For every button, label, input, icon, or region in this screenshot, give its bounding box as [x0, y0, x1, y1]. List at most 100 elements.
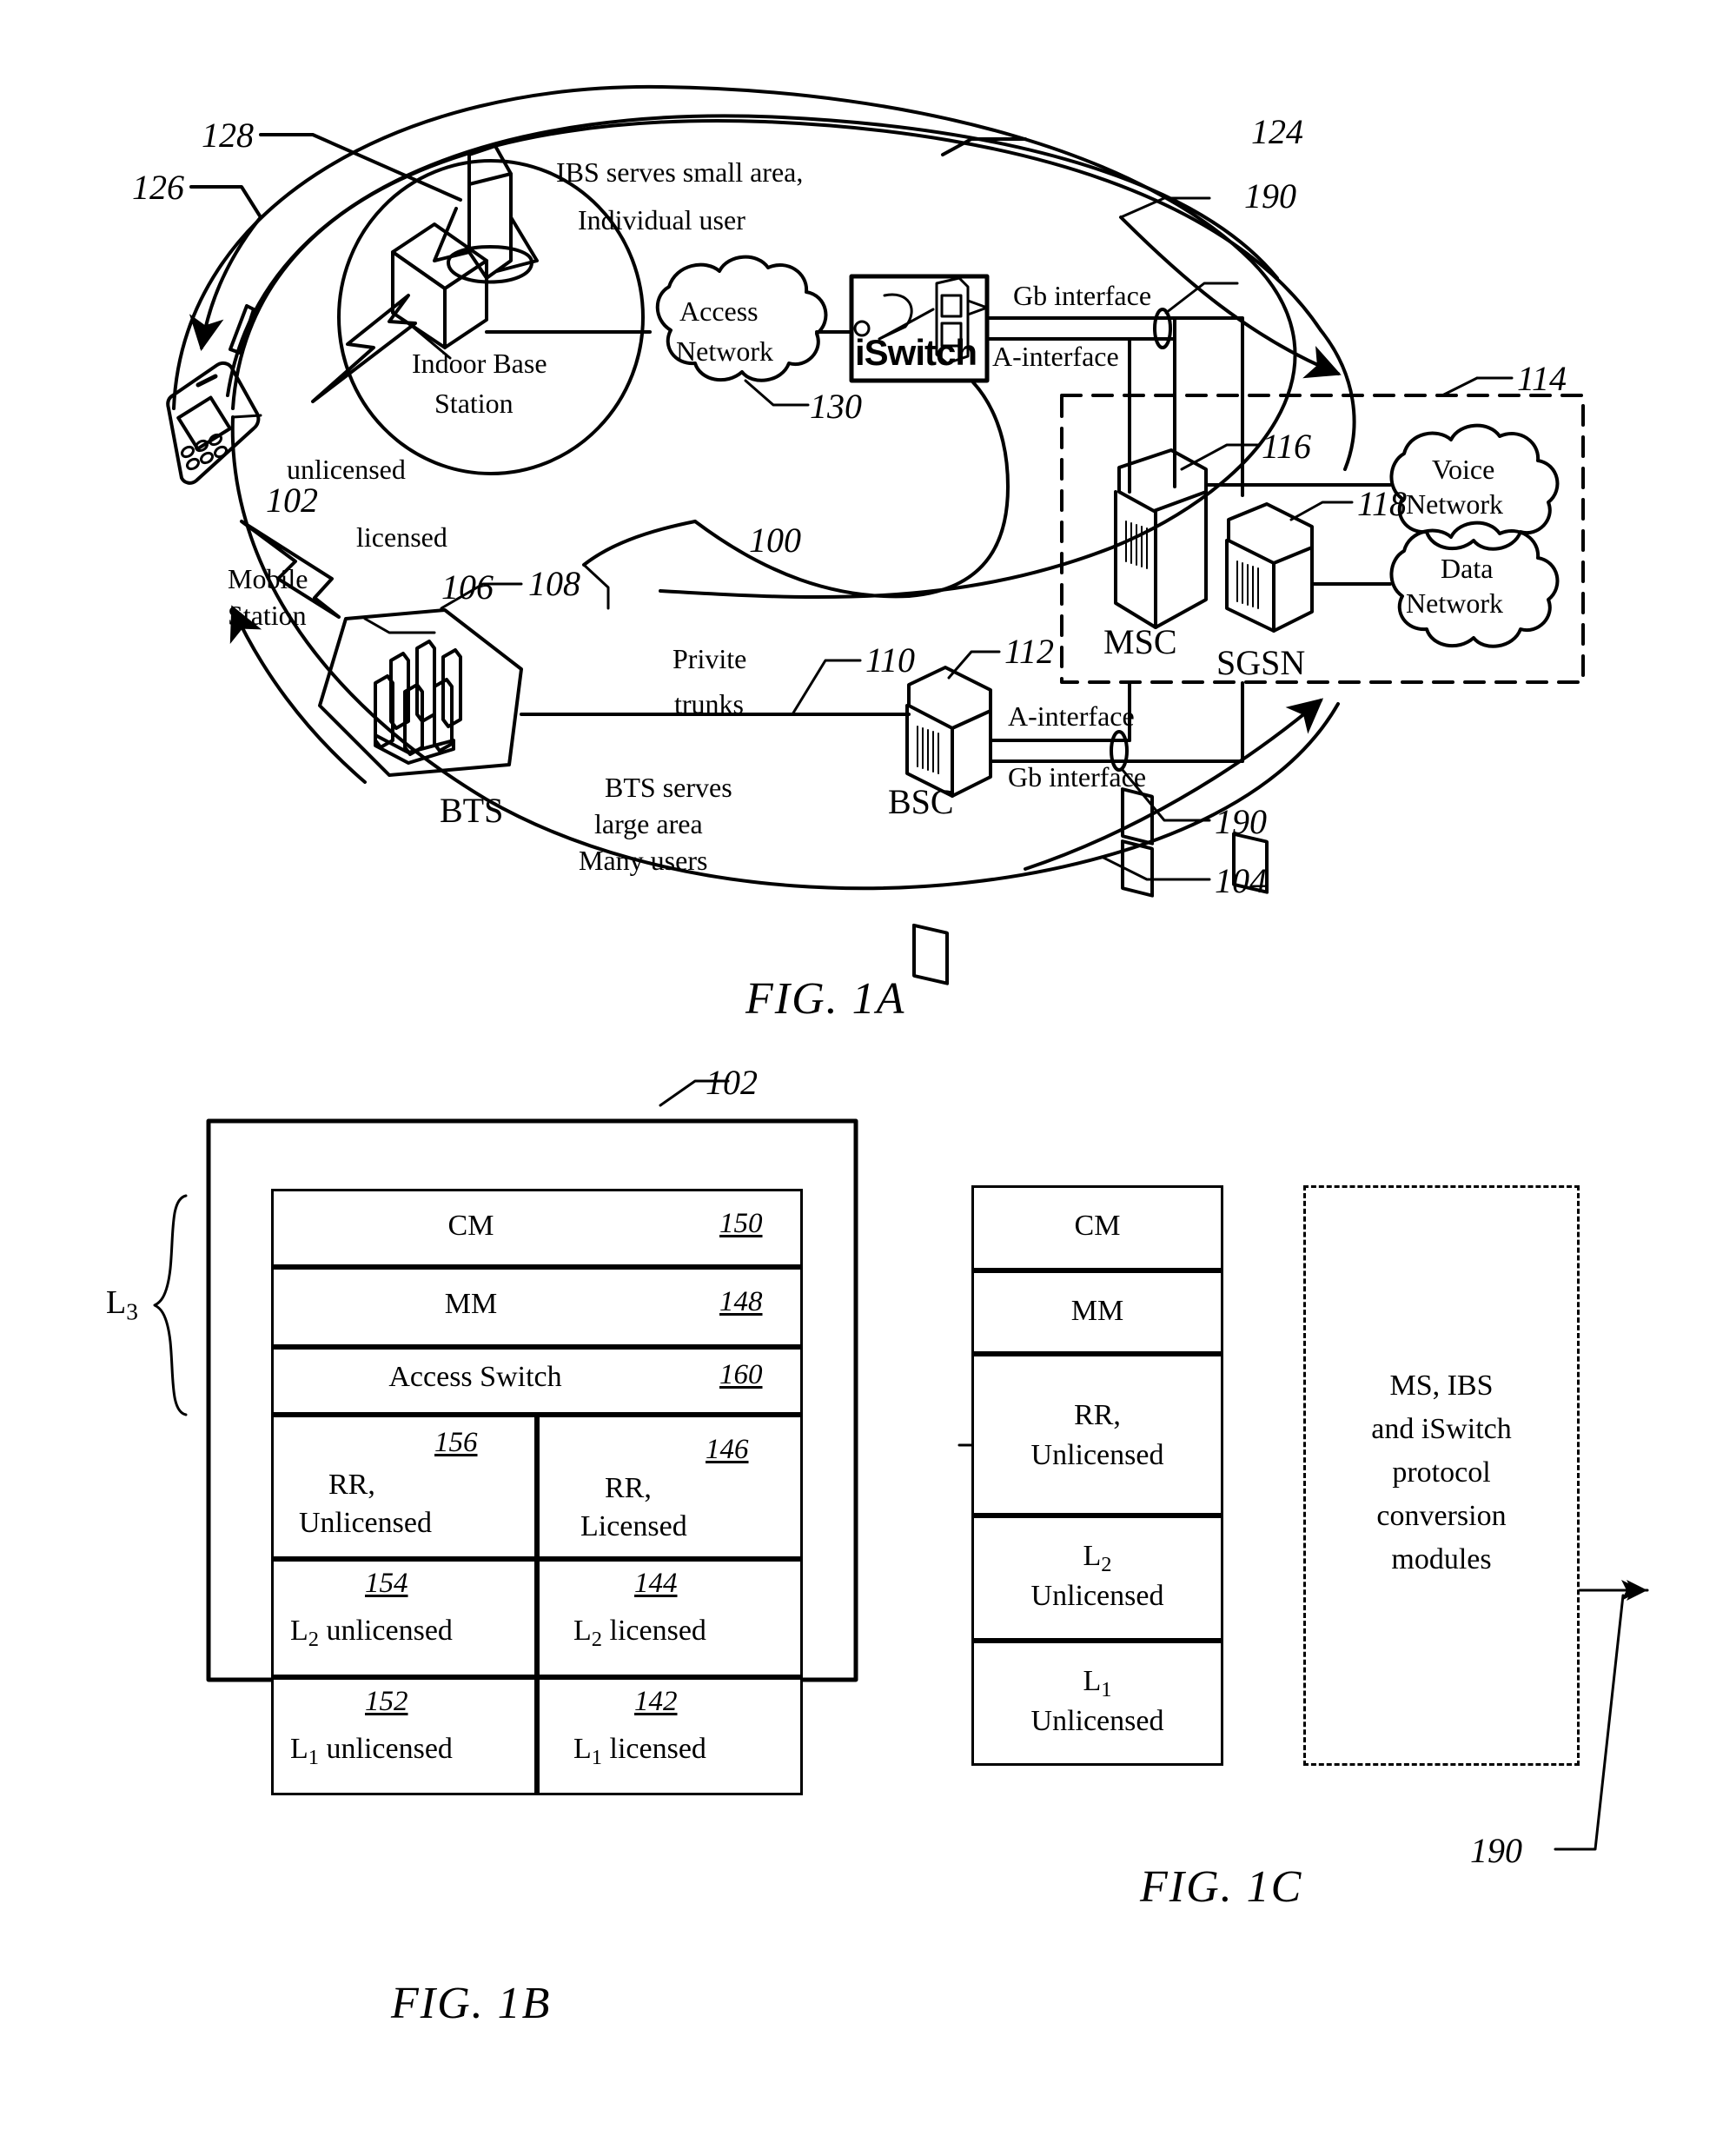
leader-to-phone	[231, 414, 262, 419]
fig1b-l2u-word: unlicensed	[319, 1615, 453, 1647]
fig1c-cell-cm-label: CM	[1074, 1210, 1121, 1242]
bts-label: BTS	[440, 791, 504, 830]
fig1b-ref-102: 102	[706, 1063, 758, 1102]
fig1a-caption: FIG. 1A	[745, 974, 906, 1024]
fig1c-protocol-line4: conversion	[1376, 1500, 1507, 1532]
fig1c-cell-l2-unlicensed	[971, 1516, 1223, 1641]
licensed-label: licensed	[356, 521, 447, 553]
fig1b-row-cm-ref: 150	[719, 1208, 763, 1239]
ref-124: 124	[1251, 112, 1303, 151]
leader-126	[189, 185, 262, 219]
fig1b-row-cm-label: CM	[447, 1210, 494, 1242]
mobile-station-label-line1: Mobile	[228, 563, 308, 594]
fig1b-row-access-switch-label: Access Switch	[388, 1361, 562, 1393]
fig1b-caption: FIG. 1B	[391, 1979, 552, 2028]
fig1c-protocol-line5: modules	[1391, 1543, 1492, 1575]
fig1b-cell-l1-unlicensed-label: L1 unlicensed	[290, 1733, 453, 1770]
link-gb-iface-to-sgsn	[1173, 316, 1244, 497]
data-network-label-line1: Data	[1441, 553, 1494, 584]
fig1c-caption: FIG. 1C	[1140, 1862, 1303, 1912]
indoor-base-station-icon	[391, 144, 539, 349]
inner-region-100-curve3	[582, 520, 697, 567]
system-arc-right-upper	[1319, 328, 1356, 471]
arrow-124-into-core	[1119, 216, 1342, 379]
ref-118: 118	[1357, 484, 1408, 523]
fig1c-cell-l1-unlicensed-label1: L1	[971, 1665, 1223, 1702]
fig1c-cell-mm-label: MM	[1070, 1295, 1124, 1327]
fig1c-l1-letter: L	[1083, 1665, 1102, 1697]
ref-110: 110	[865, 640, 916, 680]
ref-128: 128	[202, 116, 254, 155]
bsc-icon	[905, 666, 992, 985]
fig1b-cell-rr-licensed-label1: RR,	[605, 1472, 652, 1504]
fig1b-cell-l2-licensed-label: L2 licensed	[573, 1615, 706, 1652]
access-network-label-line1: Access	[679, 295, 759, 327]
ref-190-bottom: 190	[1215, 802, 1267, 841]
bsc-label: BSC	[888, 782, 954, 821]
ref-100: 100	[749, 521, 801, 560]
leader-124b	[941, 137, 1027, 156]
fig1b-l1l-word: licensed	[602, 1733, 706, 1765]
ref-130: 130	[810, 387, 862, 426]
line-art-layer	[153, 84, 1649, 1851]
inner-region-100-curve2	[907, 381, 1010, 598]
fig1b-cell-l2-licensed-ref: 144	[634, 1568, 678, 1599]
bts-note-line1: BTS serves	[605, 772, 732, 803]
sgsn-label: SGSN	[1216, 643, 1306, 682]
voice-network-cloud	[1389, 423, 1560, 551]
leader-128	[259, 133, 462, 202]
ref-190-top: 190	[1244, 176, 1296, 216]
fig1b-l1l-letter: L	[573, 1733, 592, 1765]
ref-102: 102	[266, 481, 318, 520]
fig1b-l1l-sub: 1	[591, 1745, 603, 1769]
leader-106-line	[363, 617, 436, 634]
mobile-station-label-line2: Station	[228, 600, 307, 631]
leader-116	[1180, 443, 1260, 471]
ref-104: 104	[1215, 861, 1267, 900]
fig1b-l2l-sub: 2	[591, 1627, 603, 1651]
leader-190-top-line	[1164, 282, 1239, 315]
fig1b-cell-l1-licensed-label: L1 licensed	[573, 1733, 706, 1770]
fig1c-cell-l2-unlicensed-label1: L2	[971, 1540, 1223, 1577]
leader-124-line	[1119, 196, 1211, 219]
fig1b-cell-l2-unlicensed-label: L2 unlicensed	[290, 1615, 453, 1652]
fig1b-row-mm-label: MM	[444, 1288, 498, 1320]
fig1b-cell-l2-unlicensed-ref: 154	[365, 1568, 408, 1599]
bts-icon	[374, 640, 462, 765]
leader-118	[1289, 501, 1354, 521]
gb-interface-label-bottom: Gb interface	[1008, 761, 1147, 793]
bts-note-line2: large area	[594, 808, 703, 839]
ref-190-marker-top	[1153, 308, 1172, 349]
voice-network-label-line2: Network	[1406, 488, 1503, 520]
unlicensed-radio-link-bolt	[311, 294, 417, 403]
fig1b-l2l-word: licensed	[602, 1615, 706, 1647]
fig1c-cell-rr-unlicensed	[971, 1354, 1223, 1516]
inner-region-100-curve	[693, 520, 911, 599]
fig1b-l2u-letter: L	[290, 1615, 308, 1647]
fig1b-l1u-letter: L	[290, 1733, 308, 1765]
fig1b-cell-rr-unlicensed-label1: RR,	[328, 1469, 375, 1501]
private-trunks-line1: Privite	[673, 643, 747, 674]
voice-network-label-line1: Voice	[1432, 454, 1495, 485]
patent-drawing-sheet: IBS serves small area, Individual user I…	[0, 0, 1736, 2149]
access-network-label-line2: Network	[676, 335, 773, 367]
mobile-station-icon	[166, 304, 261, 485]
ref-116: 116	[1262, 427, 1312, 466]
fig1c-cell-l1-unlicensed-label2: Unlicensed	[1030, 1705, 1164, 1737]
fig1c-l2-sub: 2	[1101, 1552, 1112, 1576]
leader-114	[1441, 376, 1479, 397]
fig1b-cell-rr-licensed-label2: Licensed	[580, 1510, 687, 1542]
ref-108: 108	[528, 564, 580, 603]
ref-112: 112	[1004, 632, 1055, 671]
fig1b-bracket-sub: 3	[126, 1298, 138, 1325]
fig1c-protocol-line1: MS, IBS	[1389, 1370, 1494, 1402]
fig1b-l2l-letter: L	[573, 1615, 592, 1647]
leader-112-line	[947, 650, 1001, 680]
fig1b-bracket-letter: L	[106, 1284, 127, 1321]
indoor-base-station-label-line1: Indoor Base	[412, 348, 547, 379]
ref-114: 114	[1517, 359, 1567, 398]
fig1c-cell-l2-unlicensed-label2: Unlicensed	[1030, 1580, 1164, 1612]
fig1b-l3-bracket	[153, 1194, 188, 1416]
fig1c-l1-sub: 1	[1101, 1677, 1112, 1701]
fig1b-row-mm-ref: 148	[719, 1286, 763, 1317]
